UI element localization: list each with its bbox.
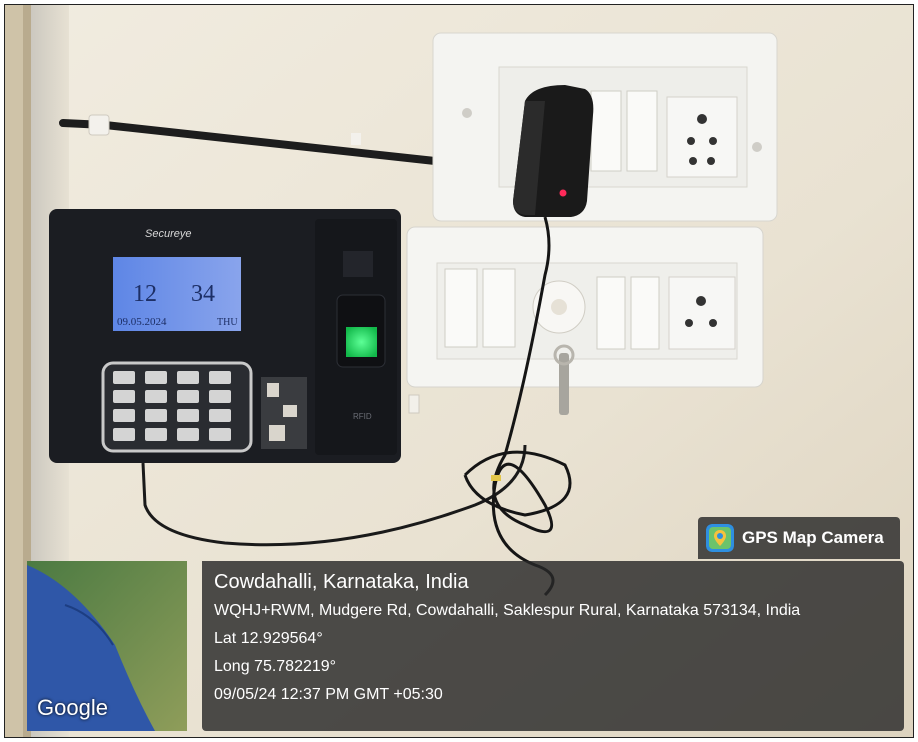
keypad-key <box>209 428 231 441</box>
worn-sticker <box>283 405 297 417</box>
keypad-key <box>177 390 199 403</box>
keypad-key <box>113 428 135 441</box>
socket-hole <box>696 296 706 306</box>
latitude: Lat 12.929564° <box>214 630 323 647</box>
longitude: Long 75.782219° <box>214 658 337 675</box>
lcd-left-number: 12 <box>133 281 157 307</box>
keypad-key <box>113 409 135 422</box>
worn-sticker <box>267 383 279 397</box>
keypad-key <box>145 371 167 384</box>
rocker-switch <box>590 90 622 172</box>
small-plug <box>408 394 420 414</box>
place-name: Cowdahalli, Karnataka, India <box>214 571 469 593</box>
worn-sticker <box>269 425 285 441</box>
keypad-key <box>113 371 135 384</box>
socket-hole <box>709 137 717 145</box>
rocker-switch <box>444 268 478 348</box>
keypad-key <box>177 409 199 422</box>
speaker-grille <box>343 251 373 277</box>
socket-hole <box>707 157 715 165</box>
screw <box>752 142 762 152</box>
cable-clip <box>351 133 361 145</box>
map-thumbnail: Google <box>27 561 187 731</box>
address-line: WQHJ+RWM, Mudgere Rd, Cowdahalli, Sakles… <box>214 602 801 619</box>
socket-face <box>666 96 738 178</box>
cable-tie <box>491 475 501 481</box>
rocker-switch <box>630 276 660 350</box>
socket-hole <box>689 157 697 165</box>
lcd-date: 09.05.2024 <box>117 316 167 328</box>
rfid-label: RFID <box>353 412 372 421</box>
lcd-right-number: 34 <box>191 281 215 307</box>
rocker-switch <box>596 276 626 350</box>
gps-map-camera-icon <box>706 524 734 552</box>
cable-clip <box>88 114 110 136</box>
keypad-key <box>209 390 231 403</box>
keypad-key <box>209 371 231 384</box>
keypad-key <box>113 390 135 403</box>
brand-logo: Secureye <box>145 228 191 240</box>
scanner-light <box>346 327 377 357</box>
door-frame <box>5 5 23 737</box>
keypad-key <box>209 409 231 422</box>
socket-face <box>668 276 736 350</box>
rocker-switch <box>482 268 516 348</box>
regulator-dot <box>551 299 567 315</box>
keypad-key <box>145 409 167 422</box>
lcd-day: THU <box>217 317 238 328</box>
app-name: GPS Map Camera <box>742 528 884 547</box>
screw <box>462 108 472 118</box>
socket-hole <box>709 319 717 327</box>
location-info-panel: Cowdahalli, Karnataka, India WQHJ+RWM, M… <box>202 561 904 731</box>
keypad-key <box>177 371 199 384</box>
socket-hole <box>685 319 693 327</box>
keypad-key <box>145 390 167 403</box>
google-logo: Google <box>37 695 108 720</box>
gps-app-badge: GPS Map Camera <box>698 517 900 559</box>
rocker-switch <box>626 90 658 172</box>
datetime: 09/05/24 12:37 PM GMT +05:30 <box>214 686 443 703</box>
socket-hole <box>697 114 707 124</box>
keypad-key <box>145 428 167 441</box>
adapter-led <box>559 189 567 197</box>
photo-frame: Secureye 12 34 09.05.2024 THU RFID GPS M… <box>4 4 914 738</box>
keypad-key <box>177 428 199 441</box>
socket-hole <box>687 137 695 145</box>
